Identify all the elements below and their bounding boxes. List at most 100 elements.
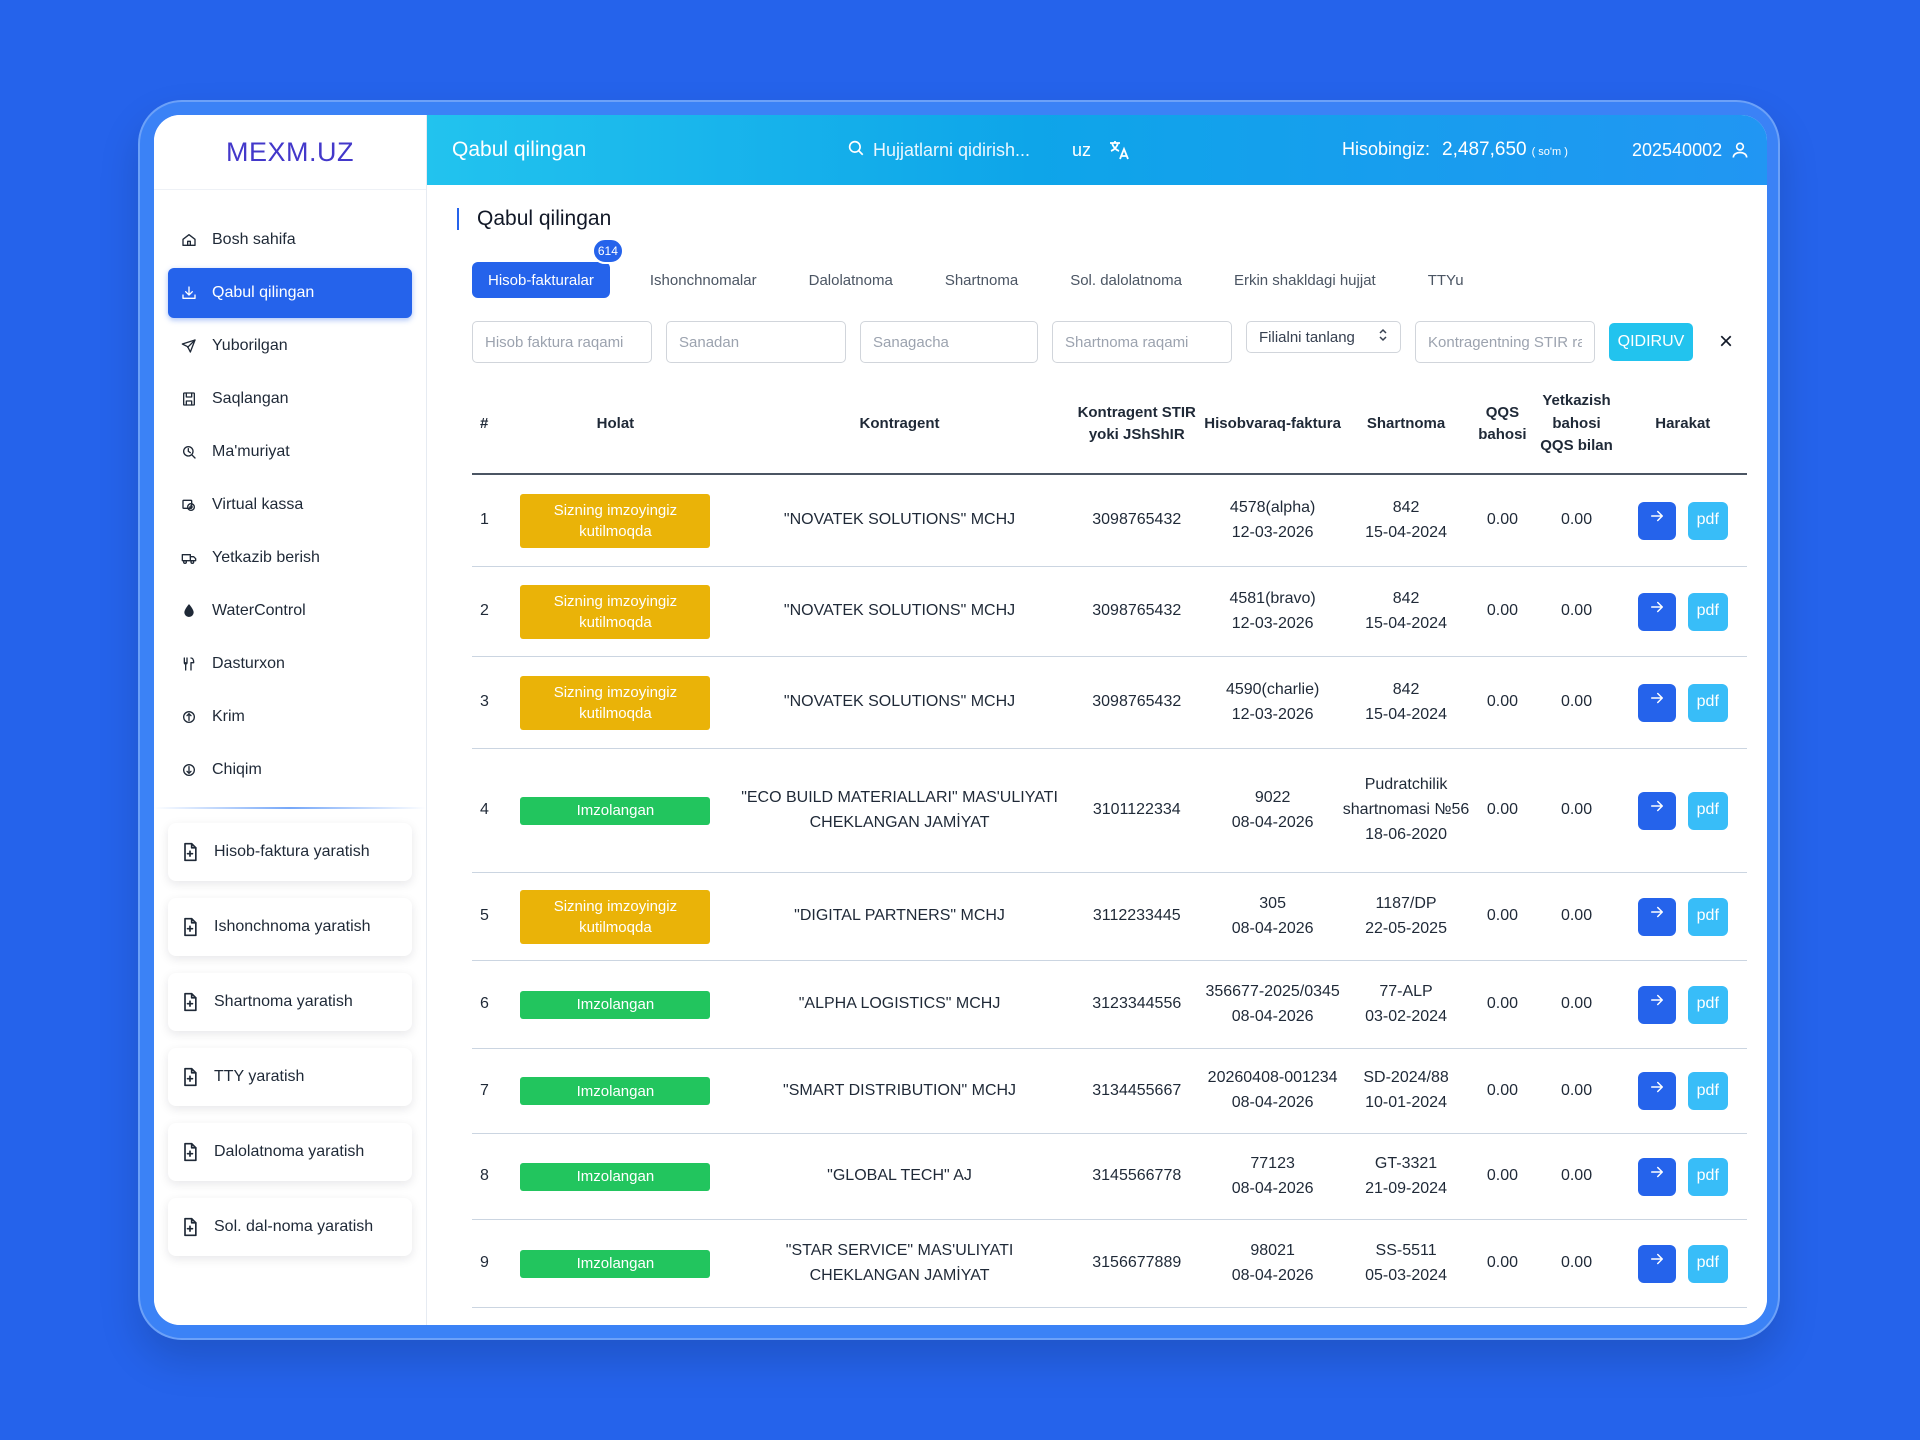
- pdf-button[interactable]: pdf: [1687, 897, 1728, 936]
- sidebar-item-chiqim[interactable]: Chiqim: [168, 745, 412, 795]
- pdf-button[interactable]: pdf: [1687, 791, 1728, 830]
- file-add-icon: [180, 1142, 200, 1162]
- table-row[interactable]: 2 Sizning imzoyingiz kutilmoqda "NOVATEK S…: [472, 567, 1747, 657]
- table-row[interactable]: 9 Imzolangan "STAR SERVICE" MAS'ULIYATI CH…: [472, 1220, 1747, 1308]
- arrow-right-icon: [1648, 797, 1666, 824]
- search-input[interactable]: [873, 139, 1053, 161]
- tab-dalolatnoma[interactable]: Dalolatnoma: [793, 262, 909, 298]
- status-badge: Imzolangan: [520, 796, 711, 825]
- table-row[interactable]: 3 Sizning imzoyingiz kutilmoqda "NOVATEK S…: [472, 657, 1747, 749]
- global-search[interactable]: [847, 139, 1053, 162]
- tab-ishonchnomalar[interactable]: Ishonchnomalar: [634, 262, 773, 298]
- open-document-button[interactable]: [1637, 501, 1676, 540]
- open-document-button[interactable]: [1637, 592, 1676, 631]
- document-tabs: Hisob-fakturalar 614 Ishonchnomalar Dalolat…: [472, 238, 1500, 298]
- tab-shartnoma[interactable]: Shartnoma: [929, 262, 1034, 298]
- translate-icon[interactable]: [1107, 138, 1131, 162]
- sidebar-item-saqlangan[interactable]: Saqlangan: [168, 374, 412, 424]
- sidebar-item-label: WaterControl: [212, 602, 306, 619]
- pdf-button[interactable]: pdf: [1687, 1244, 1728, 1283]
- header-title: Qabul qilingan: [452, 138, 587, 161]
- sidebar-item-virtual-kassa[interactable]: Virtual kassa: [168, 480, 412, 530]
- kontragent-name: "DIGITAL PARTNERS" MCHJ: [794, 907, 1005, 925]
- file-add-icon: [180, 992, 200, 1012]
- date-to-input[interactable]: [860, 321, 1038, 363]
- open-document-button[interactable]: [1637, 985, 1676, 1024]
- pdf-button[interactable]: pdf: [1687, 592, 1728, 631]
- user-icon[interactable]: [1730, 140, 1750, 160]
- tab-ttyu[interactable]: TTYu: [1412, 262, 1480, 298]
- row-actions: pdf: [1619, 1244, 1747, 1283]
- contract-number: SD-2024/88: [1363, 1069, 1449, 1087]
- contract-cell: 77-ALP 03-02-2024: [1342, 980, 1470, 1030]
- clear-filters-icon[interactable]: ×: [1719, 328, 1733, 356]
- create-button-0[interactable]: Hisob-faktura yaratish: [168, 823, 412, 881]
- create-button-1[interactable]: Ishonchnoma yaratish: [168, 898, 412, 956]
- create-button-2[interactable]: Shartnoma yaratish: [168, 973, 412, 1031]
- pdf-button[interactable]: pdf: [1687, 1157, 1728, 1196]
- status-badge: Sizning imzoyingiz kutilmoqda: [520, 493, 711, 548]
- pdf-button[interactable]: pdf: [1687, 501, 1728, 540]
- sidebar-item-ma-muriyat[interactable]: Ma'muriyat: [168, 427, 412, 477]
- sidebar-item-label: Ma'muriyat: [212, 443, 290, 460]
- file-add-icon: [180, 842, 200, 862]
- table-row[interactable]: 7 Imzolangan "SMART DISTRIBUTION" MCHJ 3134…: [472, 1049, 1747, 1134]
- sidebar-item-label: Yuborilgan: [212, 337, 288, 354]
- status-badge: Imzolangan: [520, 990, 711, 1019]
- delivery-amount: 0.00: [1560, 602, 1593, 620]
- tab-erkin-shakldagi-hujjat[interactable]: Erkin shakldagi hujjat: [1218, 262, 1392, 298]
- delivery-amount: 0.00: [1560, 801, 1593, 819]
- row-actions: pdf: [1619, 501, 1747, 540]
- tab-label: TTYu: [1427, 271, 1464, 289]
- date-from-input[interactable]: [666, 321, 846, 363]
- language-switcher[interactable]: uz: [1072, 138, 1131, 162]
- pdf-button[interactable]: pdf: [1687, 683, 1728, 722]
- app-logo[interactable]: MEXM.UZ: [154, 115, 426, 190]
- sidebar-item-yuborilgan[interactable]: Yuborilgan: [168, 321, 412, 371]
- arrow-right-icon: [1648, 689, 1666, 716]
- vat-amount: 0.00: [1486, 602, 1518, 620]
- vat-amount: 0.00: [1486, 1167, 1518, 1185]
- tab-hisob-fakturalar[interactable]: Hisob-fakturalar 614: [472, 238, 624, 298]
- open-document-button[interactable]: [1637, 1072, 1676, 1110]
- contract-number-input[interactable]: [1052, 321, 1232, 363]
- table-row[interactable]: 6 Imzolangan "ALPHA LOGISTICS" MCHJ 3123344…: [472, 961, 1747, 1049]
- pdf-button[interactable]: pdf: [1687, 1072, 1728, 1110]
- table-row[interactable]: 4 Imzolangan "ECO BUILD MATERIALLARI" MAS'…: [472, 749, 1747, 873]
- table-row[interactable]: 1 Sizning imzoyingiz kutilmoqda "NOVATEK S…: [472, 475, 1747, 567]
- sidebar-item-bosh-sahifa[interactable]: Bosh sahifa: [168, 215, 412, 265]
- sidebar-item-dasturxon[interactable]: Dasturxon: [168, 639, 412, 689]
- status-cell: Imzolangan: [502, 990, 729, 1019]
- sidebar-item-qabul-qilingan[interactable]: Qabul qilingan: [168, 268, 412, 318]
- account-menu[interactable]: 202540002: [1632, 140, 1750, 161]
- table-row[interactable]: 5 Sizning imzoyingiz kutilmoqda "DIGITAL P…: [472, 873, 1747, 961]
- open-document-button[interactable]: [1637, 791, 1676, 830]
- sidebar-item-watercontrol[interactable]: WaterControl: [168, 586, 412, 636]
- vat-amount: 0.00: [1486, 995, 1518, 1013]
- status-cell: Imzolangan: [502, 1249, 729, 1278]
- sidebar-item-label: Saqlangan: [212, 390, 289, 407]
- sidebar-item-krim[interactable]: Krim: [168, 692, 412, 742]
- sidebar-item-yetkazib-berish[interactable]: Yetkazib berish: [168, 533, 412, 583]
- create-button-4[interactable]: Dalolatnoma yaratish: [168, 1123, 412, 1181]
- create-button-3[interactable]: TTY yaratish: [168, 1048, 412, 1106]
- search-button[interactable]: QIDIRUV: [1609, 323, 1693, 361]
- column-header: #: [480, 414, 489, 432]
- kontragent-name: "GLOBAL TECH" AJ: [827, 1167, 972, 1185]
- open-document-button[interactable]: [1637, 1244, 1676, 1283]
- invoice-number-input[interactable]: [472, 321, 652, 363]
- table-row[interactable]: 8 Imzolangan "GLOBAL TECH" AJ 3145566778 771…: [472, 1134, 1747, 1220]
- open-document-button[interactable]: [1637, 683, 1676, 722]
- create-button-5[interactable]: Sol. dal-noma yaratish: [168, 1198, 412, 1256]
- open-document-button[interactable]: [1637, 897, 1676, 936]
- kontragent-name: "NOVATEK SOLUTIONS" MCHJ: [783, 602, 1016, 620]
- tab-sol-dalolatnoma[interactable]: Sol. dalolatnoma: [1054, 262, 1198, 298]
- admin-icon: [180, 443, 198, 461]
- invoice-cell: 356677-2025/0345 08-04-2026: [1203, 980, 1341, 1030]
- stir-input[interactable]: [1415, 321, 1595, 363]
- invoice-date: 08-04-2026: [1231, 919, 1314, 937]
- open-document-button[interactable]: [1637, 1157, 1676, 1196]
- language-code: uz: [1072, 139, 1092, 160]
- pdf-button[interactable]: pdf: [1687, 985, 1728, 1024]
- branch-select[interactable]: Filialni tanlang: [1246, 321, 1401, 353]
